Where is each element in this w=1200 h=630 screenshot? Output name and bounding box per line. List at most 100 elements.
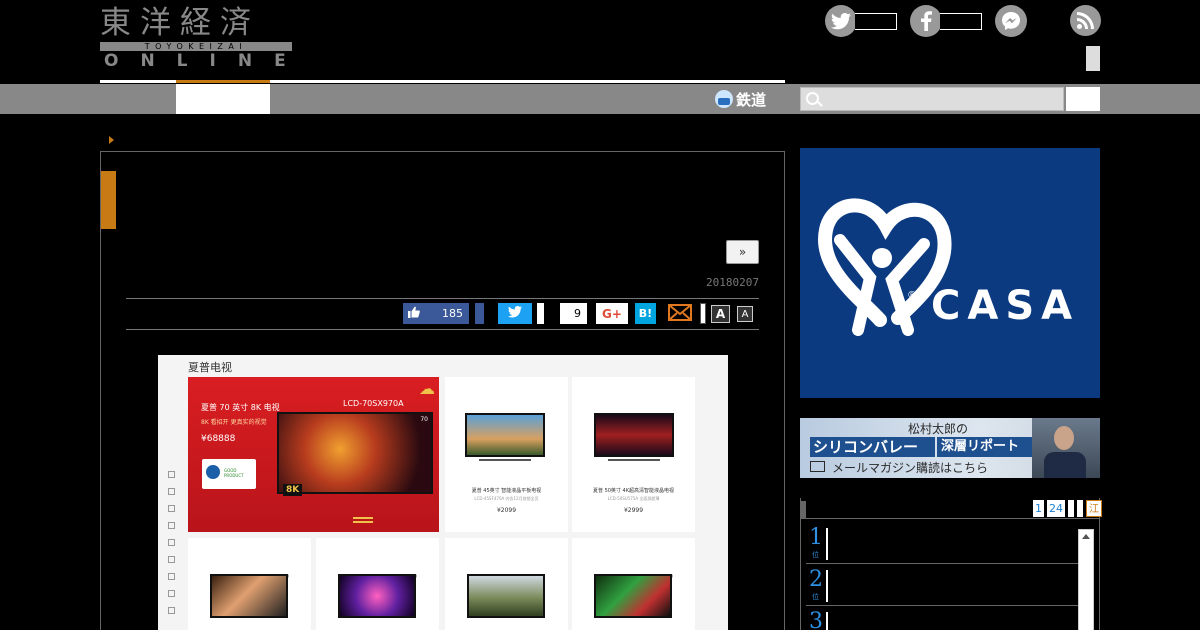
- font-large-button[interactable]: A: [711, 305, 730, 323]
- twitter-icon: [825, 5, 857, 37]
- promo-tv-inch: 70: [420, 416, 428, 423]
- messenger-share[interactable]: [995, 5, 1027, 37]
- card-model: LCD-45SF470A 内含12月前锁全页: [474, 496, 539, 501]
- product-card: 70: [572, 538, 695, 630]
- rank-unit: 位: [812, 593, 819, 601]
- next-page-button[interactable]: »: [726, 240, 759, 264]
- nav-railway-label: 鉄道: [736, 90, 767, 109]
- ranking-scrollbar[interactable]: [1078, 529, 1094, 630]
- mail-icon: [668, 303, 692, 324]
- author-photo: [1032, 418, 1100, 478]
- header-rule-accent: [176, 80, 270, 83]
- page: 東洋経済 TOYOKEIZAI ONLINE 鉄道 » 20180207 185…: [0, 0, 1200, 630]
- rank-number: 1: [809, 525, 823, 550]
- promo-model: LCD-70SX970A: [343, 399, 404, 408]
- card-name: 夏普 50英寸 4K超高清智能液晶电视: [592, 488, 674, 494]
- promo-tv-image: 70: [277, 412, 433, 494]
- casa-registered: ®: [907, 290, 917, 301]
- search-input[interactable]: [800, 87, 1064, 111]
- product-card: 60: [316, 538, 439, 630]
- facebook-count: [940, 12, 982, 30]
- ranking-item[interactable]: 1 位: [806, 524, 1078, 564]
- nav-item-active[interactable]: [176, 84, 270, 114]
- cloud-icon: ☁: [419, 379, 435, 398]
- good-product-badge: GOOD PRODUCT: [202, 459, 256, 489]
- card-price: ¥2999: [623, 507, 644, 514]
- envelope-icon: [810, 461, 825, 472]
- logo-online: ONLINE: [104, 51, 308, 71]
- site-logo[interactable]: 東洋経済 TOYOKEIZAI ONLINE: [100, 6, 294, 72]
- sv-deep-report: 深層リポート: [937, 437, 1032, 457]
- pocket-count[interactable]: 9: [555, 303, 587, 324]
- rank-unit: 位: [812, 551, 819, 559]
- tv-thumbnail: [594, 413, 674, 457]
- ranking-tab-3[interactable]: [1068, 500, 1074, 517]
- article-accent-block: [101, 171, 116, 229]
- silicon-valley-ad-banner[interactable]: 松村太郎の シリコンバレー 深層リポート メールマガジン購読はこちら: [800, 418, 1100, 478]
- facebook-follow[interactable]: [910, 5, 982, 37]
- product-card: 50 夏普 50英寸 4K超高清智能液晶电视 LCD-50SU575A 全面屏超…: [572, 377, 695, 532]
- facebook-like-count: 185: [442, 307, 463, 320]
- share-separator: [700, 303, 706, 324]
- article-image: 夏普电视 ☁ 夏普 70 英寸 8K 电视 8K 看招开 更真实的视觉 ¥688…: [158, 355, 728, 630]
- tweet-button[interactable]: [498, 303, 532, 324]
- mail-share-button[interactable]: [668, 303, 692, 324]
- ranking-item[interactable]: 3 位: [806, 608, 1078, 630]
- breadcrumb-arrow-icon: [109, 136, 114, 144]
- share-rule-bottom: [126, 329, 759, 330]
- casa-heart-figure-icon: [818, 198, 952, 336]
- image-sidebar-icons: [168, 471, 178, 624]
- product-card: 夏普 45英寸 智能液晶平板电视 LCD-45SF470A 内含12月前锁全页 …: [445, 377, 568, 532]
- ranking-header-accent: [801, 501, 806, 518]
- product-card: 60: [188, 538, 311, 630]
- logo-kanji: 東洋経済: [100, 5, 260, 41]
- share-rule-top: [126, 298, 759, 299]
- hatena-bookmark-button[interactable]: B!: [635, 303, 656, 324]
- ranking-tab-24[interactable]: 24: [1047, 500, 1065, 517]
- font-small-button[interactable]: A: [737, 306, 753, 322]
- tv-thumbnail: [210, 574, 288, 618]
- tweet-count: [533, 303, 544, 324]
- rank-number: 3: [809, 609, 823, 630]
- card-price: ¥2099: [496, 507, 517, 514]
- tv-thumbnail: [338, 574, 416, 618]
- tv-thumbnail: [467, 574, 545, 618]
- logo-band: TOYOKEIZAI: [100, 42, 292, 51]
- ranking-tab-4[interactable]: [1077, 500, 1083, 517]
- promo-8k-badge: 8K: [283, 484, 303, 496]
- messenger-icon: [995, 5, 1027, 37]
- rss-icon[interactable]: [1070, 5, 1101, 36]
- train-icon: [715, 90, 733, 108]
- rank-divider: [826, 612, 828, 630]
- twitter-follow[interactable]: [825, 5, 897, 37]
- search-button[interactable]: [1066, 87, 1100, 111]
- card-model: LCD-50SU575A 全面屏超薄: [607, 496, 660, 501]
- promo-subheading: 8K 看招开 更真实的视觉: [201, 419, 267, 426]
- rank-number: 2: [809, 567, 823, 592]
- facebook-share-button[interactable]: [475, 303, 484, 324]
- promo-price: ¥68888: [201, 434, 236, 444]
- product-card: [445, 538, 568, 630]
- publish-date: 20180207: [706, 276, 759, 289]
- casa-label: CASA: [931, 283, 1080, 329]
- google-plus-button[interactable]: G+: [596, 303, 628, 324]
- casa-ad-banner[interactable]: ® CASA: [800, 148, 1100, 398]
- login-button[interactable]: [1086, 46, 1100, 71]
- ranking-item[interactable]: 2 位: [806, 566, 1078, 606]
- image-store-title: 夏普电视: [188, 361, 232, 374]
- card-name: 夏普 45英寸 智能液晶平板电视: [471, 488, 542, 494]
- ranking-tab-5[interactable]: 江: [1086, 500, 1102, 517]
- promo-decoration: [353, 517, 373, 523]
- ranking-tab-1[interactable]: 1: [1033, 500, 1044, 517]
- ranking-tabs: 1 24 江: [1033, 500, 1102, 517]
- tv-thumbnail: [594, 574, 672, 618]
- tv-thumbnail: [465, 413, 545, 457]
- thumbs-up-icon: [408, 306, 420, 321]
- nav-item-railway[interactable]: 鉄道: [715, 87, 766, 111]
- facebook-like-button[interactable]: 185: [403, 303, 469, 324]
- facebook-icon: [910, 5, 942, 37]
- search-icon: [806, 92, 819, 105]
- rank-divider: [826, 528, 828, 560]
- twitter-bird-icon: [508, 306, 522, 321]
- sv-mail-cta: メールマガジン購読はこちら: [832, 461, 989, 475]
